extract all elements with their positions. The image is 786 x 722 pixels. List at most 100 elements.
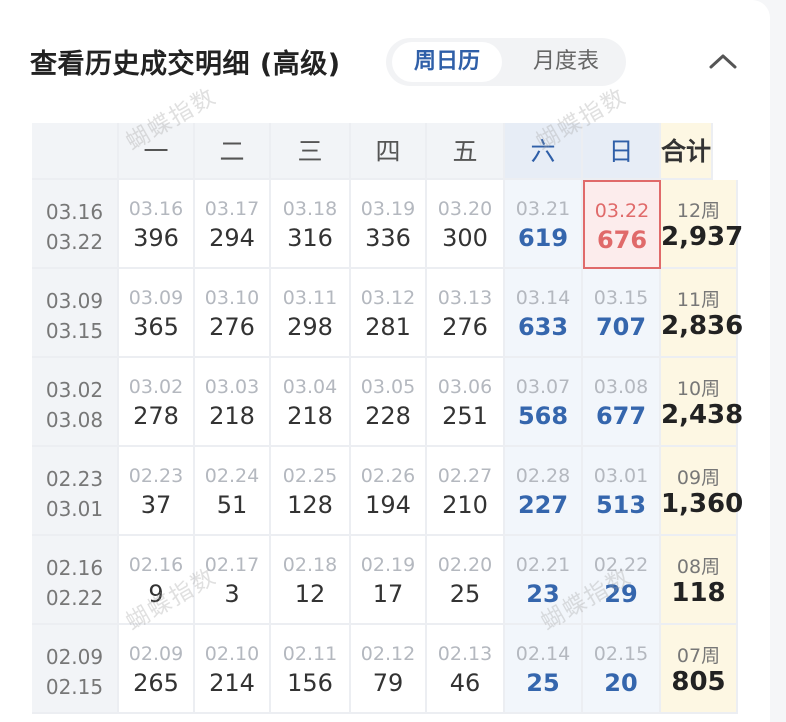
day-date: 02.24 (204, 465, 260, 487)
day-cell[interactable]: 03.12 281 (351, 269, 427, 358)
day-cell[interactable]: 02.18 12 (271, 536, 351, 625)
day-cell[interactable]: 02.10 214 (195, 625, 271, 714)
day-cell[interactable]: 03.18 316 (271, 180, 351, 269)
day-cell[interactable]: 02.09 265 (119, 625, 195, 714)
week-total: 1,360 (661, 489, 744, 519)
day-cell[interactable]: 03.14 633 (505, 269, 583, 358)
day-cell[interactable]: 02.21 23 (505, 536, 583, 625)
day-cell[interactable]: 03.16 396 (119, 180, 195, 269)
week-range-start: 03.09 (45, 289, 104, 313)
day-cell[interactable]: 02.28 227 (505, 447, 583, 536)
day-value: 676 (596, 226, 648, 254)
day-value: 294 (209, 224, 255, 252)
week-range-end: 03.08 (45, 408, 104, 432)
column-header-day-7: 日 (583, 123, 661, 180)
day-cell[interactable]: 02.22 29 (583, 536, 661, 625)
day-cell[interactable]: 03.17 294 (195, 180, 271, 269)
week-range-cell: 03.02 03.08 (32, 358, 119, 447)
day-cell[interactable]: 02.14 25 (505, 625, 583, 714)
day-cell[interactable]: 03.15 707 (583, 269, 661, 358)
day-cell[interactable]: 03.07 568 (505, 358, 583, 447)
day-value: 9 (148, 580, 164, 608)
day-date: 02.15 (593, 643, 649, 665)
day-cell[interactable]: 03.13 276 (427, 269, 505, 358)
day-value: 633 (517, 313, 569, 341)
day-cell[interactable]: 03.09 365 (119, 269, 195, 358)
day-cell[interactable]: 03.10 276 (195, 269, 271, 358)
week-range-start: 02.23 (45, 467, 104, 491)
day-date: 03.01 (593, 465, 649, 487)
day-cell[interactable]: 03.03 218 (195, 358, 271, 447)
week-number: 11周 (676, 289, 721, 311)
day-date: 03.07 (515, 376, 571, 398)
day-date: 02.14 (515, 643, 571, 665)
day-cell[interactable]: 02.15 20 (583, 625, 661, 714)
day-date: 03.16 (128, 198, 184, 220)
day-value: 79 (372, 669, 404, 697)
day-value: 281 (365, 313, 411, 341)
day-cell[interactable]: 02.16 9 (119, 536, 195, 625)
day-cell[interactable]: 02.12 79 (351, 625, 427, 714)
day-cell[interactable]: 03.01 513 (583, 447, 661, 536)
column-header-day-3: 三 (271, 123, 351, 180)
week-range-cell: 03.16 03.22 (32, 180, 119, 269)
week-range-start: 02.16 (45, 556, 104, 580)
week-number: 10周 (676, 378, 721, 400)
day-value: 677 (595, 402, 647, 430)
tab-weekly-calendar[interactable]: 周日历 (392, 42, 502, 82)
week-total: 2,836 (661, 311, 744, 341)
day-cell[interactable]: 02.19 17 (351, 536, 427, 625)
day-date: 03.05 (360, 376, 416, 398)
day-value: 251 (442, 402, 488, 430)
day-value: 20 (604, 669, 638, 697)
day-cell[interactable]: 03.22 676 (583, 180, 661, 269)
header-corner (32, 123, 119, 180)
day-date: 02.27 (437, 465, 493, 487)
week-total: 2,438 (661, 400, 744, 430)
column-header-day-5: 五 (427, 123, 505, 180)
day-cell[interactable]: 03.08 677 (583, 358, 661, 447)
day-value: 214 (209, 669, 255, 697)
column-header-day-1: 一 (119, 123, 195, 180)
day-cell[interactable]: 02.17 3 (195, 536, 271, 625)
day-value: 29 (604, 580, 638, 608)
day-cell[interactable]: 02.25 128 (271, 447, 351, 536)
week-range-start: 02.09 (45, 645, 104, 669)
day-cell[interactable]: 02.20 25 (427, 536, 505, 625)
day-value: 12 (294, 580, 326, 608)
day-cell[interactable]: 03.02 278 (119, 358, 195, 447)
week-total: 118 (671, 578, 726, 608)
day-date: 03.19 (360, 198, 416, 220)
week-total-cell: 08周 118 (661, 536, 738, 625)
day-date: 02.10 (204, 643, 260, 665)
day-value: 128 (287, 491, 333, 519)
day-cell[interactable]: 03.11 298 (271, 269, 351, 358)
week-total-cell: 07周 805 (661, 625, 738, 714)
week-total-cell: 09周 1,360 (661, 447, 744, 536)
day-cell[interactable]: 02.26 194 (351, 447, 427, 536)
day-date: 03.11 (282, 287, 338, 309)
day-date: 02.23 (128, 465, 184, 487)
day-cell[interactable]: 03.19 336 (351, 180, 427, 269)
week-total: 805 (671, 667, 726, 697)
day-cell[interactable]: 02.27 210 (427, 447, 505, 536)
week-range-end: 03.01 (45, 497, 104, 521)
day-cell[interactable]: 03.06 251 (427, 358, 505, 447)
card-header: 查看历史成交明细 (高级) 周日历 月度表 (0, 0, 770, 118)
day-date: 03.21 (515, 198, 571, 220)
day-cell[interactable]: 02.24 51 (195, 447, 271, 536)
day-date: 02.22 (593, 554, 649, 576)
collapse-button[interactable] (706, 46, 740, 76)
day-cell[interactable]: 02.13 46 (427, 625, 505, 714)
day-cell[interactable]: 03.21 619 (505, 180, 583, 269)
day-date: 02.26 (360, 465, 416, 487)
day-cell[interactable]: 02.23 37 (119, 447, 195, 536)
tab-monthly-table[interactable]: 月度表 (512, 42, 620, 82)
week-total-cell: 11周 2,836 (661, 269, 744, 358)
day-cell[interactable]: 03.20 300 (427, 180, 505, 269)
day-cell[interactable]: 03.04 218 (271, 358, 351, 447)
day-value: 25 (526, 669, 560, 697)
day-date: 02.09 (128, 643, 184, 665)
day-cell[interactable]: 02.11 156 (271, 625, 351, 714)
day-cell[interactable]: 03.05 228 (351, 358, 427, 447)
